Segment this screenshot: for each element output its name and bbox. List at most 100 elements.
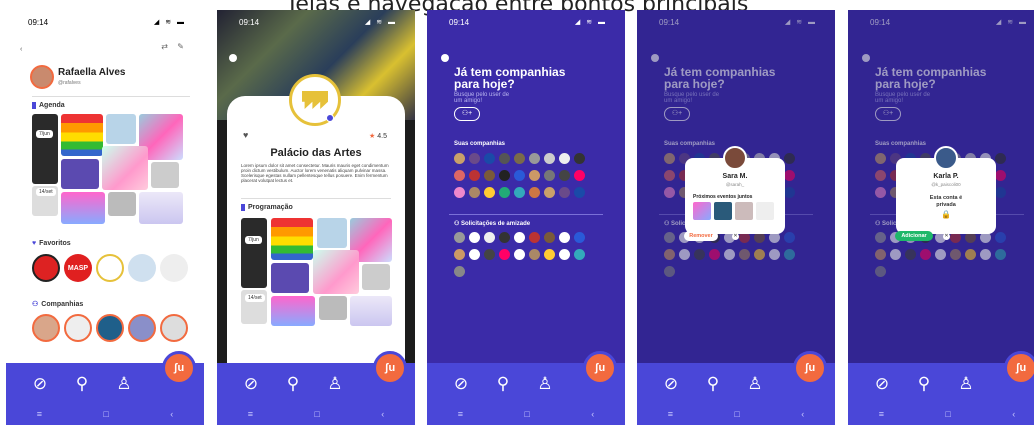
- companion-avatar[interactable]: [32, 314, 60, 342]
- companion-avatar[interactable]: [484, 187, 495, 198]
- companion-avatar[interactable]: [559, 170, 570, 181]
- request-avatar[interactable]: [469, 232, 480, 243]
- event-tile[interactable]: [271, 296, 315, 326]
- request-avatar[interactable]: [514, 249, 525, 260]
- search-icon[interactable]: ⚲: [493, 375, 513, 392]
- companion-avatar[interactable]: [454, 153, 465, 164]
- request-avatar[interactable]: [469, 249, 480, 260]
- home-icon[interactable]: □: [314, 409, 319, 419]
- event-thumb[interactable]: [693, 202, 711, 220]
- companion-avatar[interactable]: [64, 314, 92, 342]
- companion-avatar[interactable]: [529, 170, 540, 181]
- back-icon[interactable]: ‹: [20, 46, 22, 53]
- app-logo-button[interactable]: ʃu: [583, 351, 617, 385]
- favorite-venue[interactable]: [128, 254, 156, 282]
- explore-icon[interactable]: ⊘: [241, 375, 261, 392]
- home-icon[interactable]: □: [945, 409, 950, 419]
- companion-avatar[interactable]: [454, 170, 465, 181]
- companion-avatar[interactable]: [128, 314, 156, 342]
- request-avatar[interactable]: [484, 249, 495, 260]
- request-avatar[interactable]: [559, 232, 570, 243]
- event-tile[interactable]: [61, 192, 105, 224]
- event-tile[interactable]: [271, 218, 313, 260]
- explore-icon[interactable]: ⊘: [872, 375, 892, 392]
- companion-avatar[interactable]: [529, 153, 540, 164]
- companion-avatar[interactable]: [160, 314, 188, 342]
- event-tile[interactable]: [313, 250, 359, 294]
- adicionar-button[interactable]: Adicionar: [895, 231, 933, 241]
- event-tile[interactable]: [350, 296, 392, 326]
- event-tile[interactable]: [61, 114, 103, 156]
- back-icon[interactable]: ‹: [1012, 409, 1015, 419]
- event-tile[interactable]: [151, 162, 179, 188]
- request-avatar[interactable]: [499, 232, 510, 243]
- companion-avatar[interactable]: [559, 187, 570, 198]
- request-avatar[interactable]: [559, 249, 570, 260]
- companion-avatar[interactable]: [574, 153, 585, 164]
- explore-icon[interactable]: ⊘: [451, 375, 471, 392]
- companion-avatar[interactable]: [499, 153, 510, 164]
- heart-icon[interactable]: ♥: [243, 130, 248, 140]
- request-avatar[interactable]: [574, 249, 585, 260]
- search-icon[interactable]: ⚲: [914, 375, 934, 392]
- profile-icon[interactable]: ♙: [535, 375, 555, 392]
- request-avatar[interactable]: [514, 232, 525, 243]
- back-icon[interactable]: ‹: [801, 409, 804, 419]
- home-icon[interactable]: □: [734, 409, 739, 419]
- request-avatar[interactable]: [454, 232, 465, 243]
- close-icon[interactable]: ✕: [732, 233, 739, 240]
- event-tile[interactable]: [271, 263, 309, 293]
- back-button[interactable]: [229, 54, 237, 62]
- remover-button[interactable]: Remover: [684, 231, 718, 241]
- app-logo-button[interactable]: ʃu: [793, 351, 827, 385]
- companion-avatar[interactable]: [544, 187, 555, 198]
- companion-avatar[interactable]: [544, 153, 555, 164]
- home-icon[interactable]: □: [103, 409, 108, 419]
- close-icon[interactable]: ✕: [943, 233, 950, 240]
- menu-icon[interactable]: ≡: [879, 409, 884, 419]
- companion-avatar[interactable]: [469, 170, 480, 181]
- menu-icon[interactable]: ≡: [37, 409, 42, 419]
- event-thumb[interactable]: [735, 202, 753, 220]
- request-avatar[interactable]: [484, 232, 495, 243]
- companion-avatar[interactable]: [529, 187, 540, 198]
- request-avatar[interactable]: [529, 249, 540, 260]
- companion-avatar[interactable]: [484, 153, 495, 164]
- search-icon[interactable]: ⚲: [703, 375, 723, 392]
- event-tile[interactable]: [61, 159, 99, 189]
- profile-icon[interactable]: ♙: [745, 375, 765, 392]
- companion-avatar[interactable]: [454, 187, 465, 198]
- request-avatar[interactable]: [574, 232, 585, 243]
- event-tile[interactable]: [106, 114, 136, 144]
- search-icon[interactable]: ⚲: [72, 375, 92, 392]
- profile-icon[interactable]: ♙: [325, 375, 345, 392]
- request-avatar[interactable]: [499, 249, 510, 260]
- favorite-venue[interactable]: [96, 254, 124, 282]
- companion-avatar[interactable]: [469, 187, 480, 198]
- app-logo-button[interactable]: ʃu: [373, 351, 407, 385]
- filter-icon[interactable]: ⇄: [161, 42, 168, 51]
- favorite-venue[interactable]: [160, 254, 188, 282]
- event-thumb[interactable]: [756, 202, 774, 220]
- companion-avatar[interactable]: [574, 170, 585, 181]
- event-tile[interactable]: [319, 296, 347, 320]
- companion-avatar[interactable]: [499, 170, 510, 181]
- companion-avatar[interactable]: [484, 170, 495, 181]
- companion-avatar[interactable]: [544, 170, 555, 181]
- home-icon[interactable]: □: [524, 409, 529, 419]
- companion-avatar[interactable]: [574, 187, 585, 198]
- companion-avatar[interactable]: [499, 187, 510, 198]
- menu-icon[interactable]: ≡: [248, 409, 253, 419]
- profile-icon[interactable]: ♙: [956, 375, 976, 392]
- explore-icon[interactable]: ⊘: [30, 375, 50, 392]
- edit-icon[interactable]: ✎: [177, 42, 184, 51]
- companion-avatar[interactable]: [514, 153, 525, 164]
- companion-avatar[interactable]: [514, 187, 525, 198]
- companion-avatar[interactable]: [469, 153, 480, 164]
- request-avatar[interactable]: [544, 232, 555, 243]
- back-icon[interactable]: ‹: [591, 409, 594, 419]
- favorite-venue[interactable]: [32, 254, 60, 282]
- request-avatar[interactable]: [544, 249, 555, 260]
- request-avatar[interactable]: [529, 232, 540, 243]
- event-tile[interactable]: [108, 192, 136, 216]
